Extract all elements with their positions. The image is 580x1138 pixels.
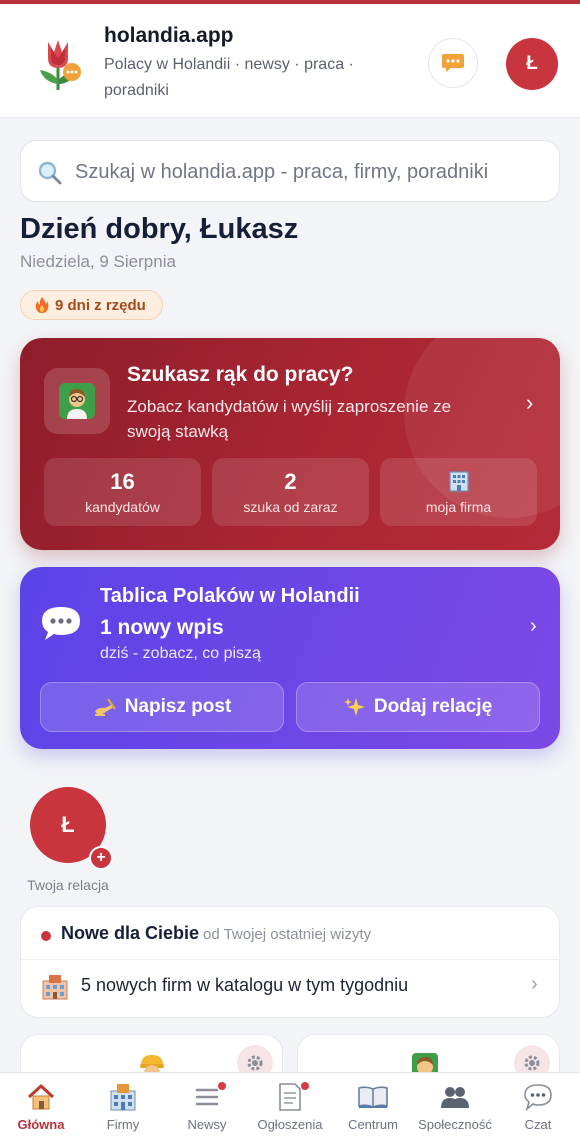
current-date: Niedziela, 9 Sierpnia: [20, 252, 176, 271]
greeting-title: Dzień dobry, Łukasz: [20, 213, 299, 245]
add-story-label: Dodaj relację: [373, 696, 493, 717]
stat-value: 2: [284, 469, 297, 494]
app-subtitle: Polacy w Holandii · newsy · praca · pora…: [104, 56, 354, 99]
nav-item-firms[interactable]: Firmy: [82, 1081, 164, 1132]
person-with-glasses-icon: [59, 383, 95, 419]
stat-label: szuka od zaraz: [243, 499, 338, 515]
nav-item-ads[interactable]: Ogłoszenia: [249, 1081, 331, 1132]
sparkles-icon: [343, 698, 365, 716]
office-building-icon: [448, 471, 469, 492]
stat-icon-wrap: [380, 469, 537, 499]
search-input[interactable]: [75, 153, 545, 191]
bottom-navigation: Główna Firmy Newsy Ogłoszenia Centrum Sp…: [0, 1072, 580, 1138]
gear-icon: [524, 1055, 540, 1071]
board-title: Tablica Polaków w Holandii: [100, 585, 360, 607]
nav-label: Centrum: [348, 1117, 398, 1132]
employer-card-title: Szukasz rąk do pracy?: [127, 363, 354, 386]
employer-card-subtitle: Zobacz kandydatów i wyślij zaproszenie z…: [127, 397, 452, 441]
nav-label: Społeczność: [418, 1117, 492, 1132]
stat-value: 16: [110, 469, 135, 494]
chevron-right-icon[interactable]: ›: [531, 973, 538, 996]
app-logo[interactable]: [28, 34, 84, 94]
streak-badge: 9 dni z rzędu: [20, 290, 163, 320]
stat-label: kandydatów: [85, 499, 160, 515]
user-avatar[interactable]: Ł: [506, 38, 558, 90]
chevron-right-icon: ›: [530, 615, 537, 637]
new-for-you-title: Nowe dla Ciebie: [61, 923, 200, 943]
building-icon: [41, 973, 69, 1006]
board-new-posts: 1 nowy wpis: [100, 616, 224, 639]
chevron-right-icon: ›: [526, 390, 534, 415]
stat-label: moja firma: [425, 499, 492, 515]
nav-label: Czat: [524, 1117, 552, 1132]
building-icon: [110, 1084, 136, 1111]
community-board-card[interactable]: Tablica Polaków w Holandii 1 nowy wpis d…: [20, 567, 560, 749]
chat-bubble-icon: [442, 54, 464, 72]
nav-item-chat[interactable]: Czat: [497, 1081, 579, 1132]
search-icon: [38, 161, 62, 185]
nav-item-center[interactable]: Centrum: [332, 1081, 414, 1132]
new-for-you-subtitle: od Twojej ostatniej wizyty: [203, 926, 372, 943]
stat-candidates[interactable]: 16 kandydatów: [44, 458, 201, 526]
nav-label: Newsy: [187, 1117, 227, 1132]
document-icon: [279, 1083, 301, 1111]
stat-immediate[interactable]: 2 szuka od zaraz: [212, 458, 369, 526]
writing-hand-icon: [94, 698, 116, 716]
recruiter-avatar: [44, 368, 110, 434]
messages-button[interactable]: [428, 38, 478, 88]
people-icon: [441, 1087, 469, 1108]
board-subtitle: dziś - zobacz, co piszą: [100, 645, 261, 662]
fire-icon: [35, 297, 49, 313]
chat-icon: [524, 1084, 552, 1111]
nav-label: Firmy: [106, 1117, 140, 1132]
write-post-button[interactable]: Napisz post: [40, 682, 284, 732]
streak-label: 9 dni z rzędu: [55, 296, 146, 314]
stat-my-company[interactable]: moja firma: [380, 458, 537, 526]
search-bar[interactable]: [20, 140, 560, 202]
speech-bubble-icon: [40, 605, 82, 648]
plus-icon[interactable]: +: [89, 846, 113, 870]
nav-item-home[interactable]: Główna: [0, 1081, 82, 1132]
nav-item-community[interactable]: Społeczność: [414, 1081, 496, 1132]
write-post-label: Napisz post: [124, 696, 232, 717]
unread-dot: [41, 931, 51, 941]
app-header: holandia.app Polacy w Holandii · newsy ·…: [0, 4, 580, 118]
divider: [21, 959, 561, 960]
menu-icon: [195, 1088, 219, 1106]
new-for-you-card: Nowe dla Ciebie od Twojej ostatniej wizy…: [20, 906, 561, 1018]
story-label: Twoja relacja: [27, 877, 109, 893]
nav-label: Ogłoszenia: [257, 1117, 323, 1132]
nav-item-news[interactable]: Newsy: [166, 1081, 248, 1132]
gear-icon: [247, 1055, 263, 1071]
employer-card[interactable]: Szukasz rąk do pracy? Zobacz kandydatów …: [20, 338, 560, 550]
notification-dot: [218, 1082, 226, 1090]
notification-dot: [301, 1082, 309, 1090]
home-icon: [27, 1084, 55, 1110]
nav-label: Główna: [17, 1117, 65, 1132]
add-story-button[interactable]: Dodaj relację: [296, 682, 540, 732]
app-title: holandia.app: [104, 24, 234, 47]
new-item-text[interactable]: 5 nowych firm w katalogu w tym tygodniu: [81, 975, 408, 996]
book-icon: [358, 1086, 388, 1108]
